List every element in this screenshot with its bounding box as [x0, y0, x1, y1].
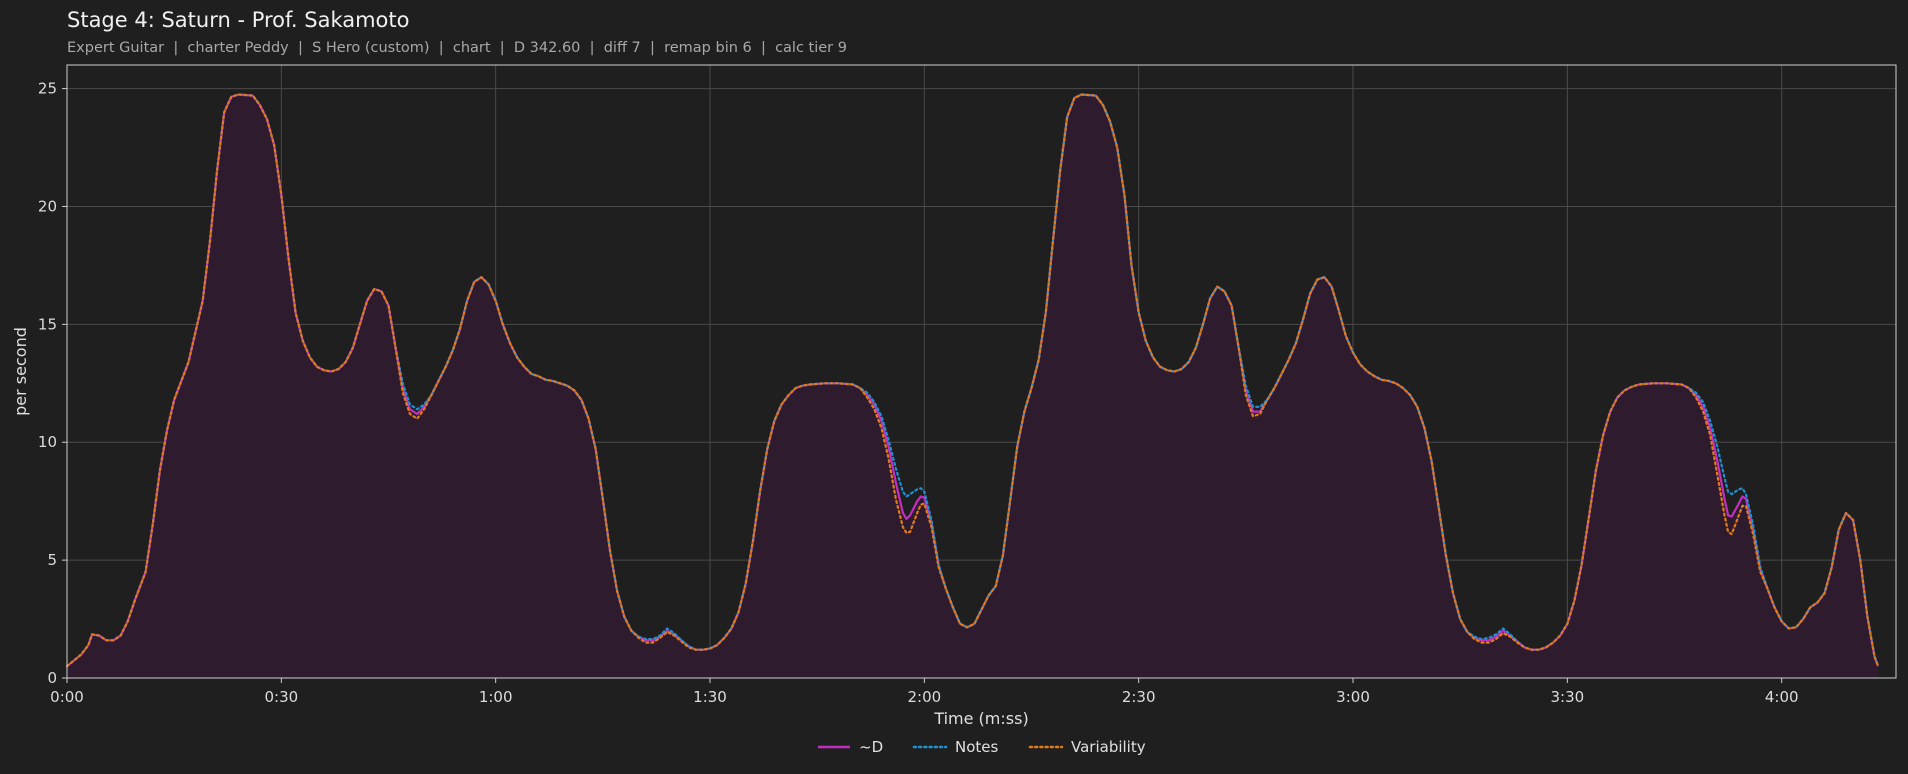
x-tick-label: 1:30: [693, 688, 727, 706]
x-tick-label: 0:00: [50, 688, 84, 706]
legend-label: Variability: [1071, 738, 1146, 756]
y-tick-label: 10: [38, 433, 57, 451]
x-tick-label: 2:00: [908, 688, 942, 706]
x-tick-label: 3:30: [1551, 688, 1585, 706]
y-tick-label: 5: [47, 551, 57, 569]
x-tick-label: 4:00: [1765, 688, 1799, 706]
x-tick-label: 3:00: [1336, 688, 1370, 706]
legend: ~D Notes Variability: [818, 738, 1146, 756]
y-tick-label: 0: [47, 669, 57, 687]
area-fill: [67, 94, 1879, 678]
y-axis-ticks: 0 5 10 15 20 25: [38, 80, 67, 687]
x-tick-label: 0:30: [264, 688, 298, 706]
legend-label: Notes: [955, 738, 999, 756]
area-fill-layer: [67, 94, 1879, 678]
legend-label: ~D: [859, 738, 883, 756]
x-tick-label: 2:30: [1122, 688, 1156, 706]
x-axis-ticks: 0:00 0:30 1:00 1:30 2:00 2:30 3:00 3:30 4:00: [50, 678, 1799, 706]
x-axis-label: Time (m:ss): [933, 709, 1028, 728]
y-tick-label: 15: [38, 315, 57, 333]
y-tick-label: 25: [38, 80, 57, 98]
y-tick-label: 20: [38, 197, 57, 215]
x-tick-label: 1:00: [479, 688, 513, 706]
chart-canvas: 0:00 0:30 1:00 1:30 2:00 2:30 3:00 3:30 4:00 0 5 1…: [11, 64, 1897, 756]
y-axis-label: per second: [11, 327, 30, 416]
